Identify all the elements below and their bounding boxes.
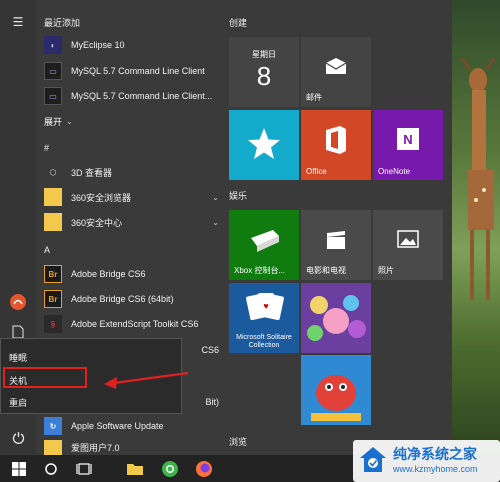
app-folder-360-security[interactable]: 360安全中心 ⌄ [44, 211, 219, 233]
chevron-down-icon: ⌄ [66, 116, 73, 126]
shutdown-highlight-box [3, 367, 87, 388]
mail-tile[interactable]: 邮件 [301, 37, 371, 107]
360-browser-icon[interactable] [159, 458, 181, 480]
dragon-game-tile[interactable] [301, 355, 371, 425]
calendar-day: 8 [256, 61, 272, 91]
mysql-terminal-icon: ▭ [44, 87, 62, 105]
calendar-weekday: 星期日 [252, 50, 276, 59]
bubble-game-art-icon [307, 295, 366, 341]
bubble-witch-tile[interactable] [301, 283, 371, 353]
task-view-icon[interactable] [73, 458, 95, 480]
app-label: Adobe Bridge CS6 [71, 269, 146, 279]
app-item-extendscript[interactable]: § Adobe ExtendScript Toolkit CS6 [44, 313, 219, 335]
restart-option[interactable]: 重启 [9, 396, 27, 409]
myeclipse-icon: ◐ [44, 36, 62, 54]
photos-tile[interactable]: 照片 [373, 210, 443, 280]
section-a[interactable]: A [44, 245, 50, 255]
app-label: 爱图用户7.0 [71, 443, 120, 453]
annotation-arrow-icon [104, 371, 189, 389]
svg-text:♥: ♥ [263, 301, 268, 311]
app-label: 360安全中心 [71, 217, 123, 228]
app-label: Adobe Bridge CS6 (64bit) [71, 294, 174, 304]
chevron-down-icon: ⌄ [212, 217, 219, 227]
app-label: Apple Software Update [71, 421, 164, 431]
folder-icon [44, 213, 62, 231]
expand-label: 展开 [44, 116, 63, 127]
office-tile[interactable]: Office [301, 110, 371, 180]
deer-wallpaper-image [460, 57, 496, 300]
firefox-icon[interactable] [193, 458, 215, 480]
dragon-game-art-icon [311, 375, 361, 421]
app-item-mysql-client-2[interactable]: ▭ MySQL 5.7 Command Line Client... [44, 85, 219, 107]
tile-label: 照片 [378, 266, 394, 275]
tile-label: Office [306, 167, 327, 176]
app-item-3d-viewer[interactable]: ⬡ 3D 查看器 [44, 161, 219, 183]
app-label: MyEclipse 10 [71, 40, 125, 50]
office-icon [301, 125, 371, 157]
app-label: MySQL 5.7 Command Line Client... [71, 91, 213, 101]
group-browse: 浏览 [229, 437, 248, 447]
app-item-adobe-bridge[interactable]: Br Adobe Bridge CS6 [44, 263, 219, 285]
store-tile[interactable] [229, 110, 299, 180]
tile-label: Xbox 控制台... [234, 266, 286, 275]
tile-label: Microsoft Solitaire Collection [236, 334, 292, 349]
playing-cards-icon: ♥ [229, 289, 299, 329]
app-item-adobe-bridge-64[interactable]: Br Adobe Bridge CS6 (64bit) [44, 288, 219, 310]
sleep-option[interactable]: 睡眠 [9, 351, 27, 364]
app-label: Adobe ExtendScript Toolkit CS6 [71, 319, 199, 329]
mysql-terminal-icon: ▭ [44, 62, 62, 80]
app-label: 3D 查看器 [71, 167, 113, 178]
onenote-icon: N [373, 126, 443, 154]
windows-start-icon[interactable] [8, 458, 30, 480]
search-circle-icon[interactable] [40, 458, 62, 480]
tile-label: 邮件 [306, 93, 322, 102]
folder-icon [44, 188, 62, 206]
adobe-bridge-icon: Br [44, 265, 62, 283]
xbox-console-icon [229, 226, 299, 256]
watermark-title: 纯净系统之家 [393, 446, 477, 462]
app-item-mysql-client[interactable]: ▭ MySQL 5.7 Command Line Client [44, 60, 219, 82]
adobe-bridge-icon: Br [44, 290, 62, 308]
watermark-badge: 纯净系统之家 www.kzmyhome.com [353, 440, 500, 482]
calendar-tile[interactable]: 星期日 8 [229, 37, 299, 107]
clapperboard-icon [301, 230, 371, 252]
app-item-aitu[interactable]: 爱图用户7.0 [44, 440, 219, 455]
watermark-url: www.kzmyhome.com [393, 464, 478, 474]
photo-icon [373, 230, 443, 250]
movies-tile[interactable]: 电影和电视 [301, 210, 371, 280]
app-label: 360安全浏览器 [71, 192, 132, 203]
app-folder-360-browser[interactable]: 360安全浏览器 ⌄ [44, 186, 219, 208]
section-recent: 最近添加 [44, 18, 81, 28]
tile-label: OneNote [378, 167, 411, 176]
tile-label: 电影和电视 [306, 266, 346, 275]
section-hash[interactable]: # [44, 143, 49, 153]
xbox-tile[interactable]: Xbox 控制台... [229, 210, 299, 280]
user-avatar-icon[interactable] [8, 292, 28, 312]
app-item-myeclipse[interactable]: ◐ MyEclipse 10 [44, 34, 219, 56]
hamburger-menu-icon[interactable]: ☰ [8, 12, 28, 32]
group-create: 创建 [229, 18, 248, 28]
chevron-down-icon: ⌄ [212, 192, 219, 202]
app-label: MySQL 5.7 Command Line Client [71, 66, 205, 76]
folder-icon [44, 440, 62, 455]
extendscript-icon: § [44, 315, 62, 333]
onenote-tile[interactable]: N OneNote [373, 110, 443, 180]
file-explorer-icon[interactable] [124, 458, 146, 480]
star-icon [229, 126, 299, 164]
watermark-logo-icon [360, 447, 386, 472]
power-icon[interactable] [8, 427, 28, 447]
mail-icon [301, 57, 371, 77]
solitaire-tile[interactable]: ♥ Microsoft Solitaire Collection [229, 283, 299, 353]
group-entertainment: 娱乐 [229, 191, 248, 201]
tile-area: 创建 星期日 8 邮件 Office N OneNote 娱乐 Xbox 控制台… [221, 0, 452, 455]
cube-icon: ⬡ [49, 167, 57, 177]
app-item-apple-update[interactable]: ↻ Apple Software Update [44, 415, 219, 437]
svg-text:N: N [403, 132, 412, 147]
expand-button[interactable]: 展开 ⌄ [44, 110, 104, 132]
apple-update-icon: ↻ [44, 417, 62, 435]
